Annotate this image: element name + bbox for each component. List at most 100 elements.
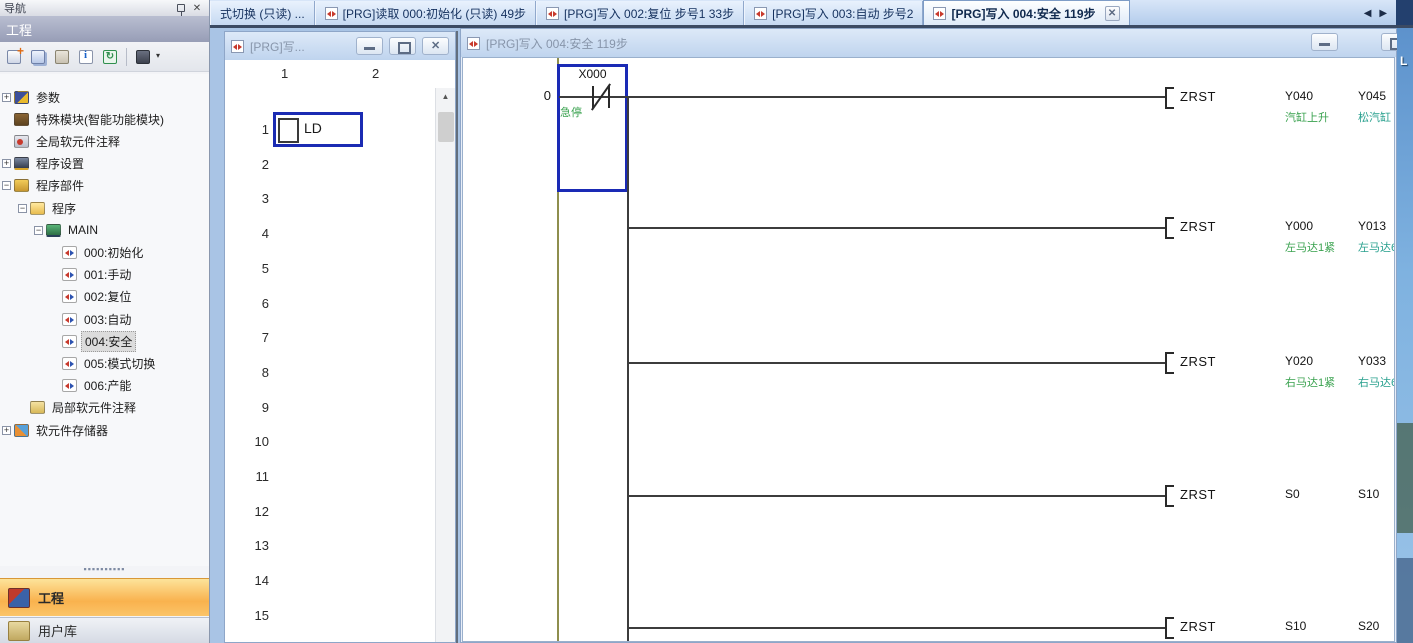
document-tab[interactable]: [PRG]读取 000:初始化 (只读) 49步 [315,1,536,25]
device2-comment: 松汽缸 [1358,109,1391,125]
list-row-number[interactable]: 15 [225,608,269,623]
ladder-window-titlebar[interactable]: [PRG]写入 004:安全 119步 [461,29,1396,57]
navigation-panel-header[interactable]: 导航 ✕ [0,0,209,16]
list-row-number[interactable]: 10 [225,434,269,449]
tree-item-003-[interactable]: 003:自动 [0,308,134,330]
tree-item-label: 程序设置 [33,154,87,173]
collapse-minus-icon[interactable]: − [18,204,27,213]
device2-label[interactable]: Y045 [1358,89,1386,103]
tab-scroll-left-icon[interactable]: ◀ [1364,8,1372,19]
tab-scroll-right-icon[interactable]: ▶ [1379,8,1387,19]
list-row-number[interactable]: 2 [225,157,269,172]
sort-filter-icon[interactable] [133,47,153,67]
tree-item-001-[interactable]: 001:手动 [0,264,134,286]
ladder-block-icon [62,313,77,326]
instruction-label[interactable]: ZRST [1180,619,1216,634]
tab-close-icon[interactable]: ✕ [1105,6,1120,21]
program-setting-icon [14,157,29,170]
user-library-button[interactable]: 用户库 [0,617,209,643]
tree-item-004-[interactable]: 004:安全 [0,330,136,352]
tree-item--[interactable]: 全局软元件注释 [0,130,123,152]
collapse-minus-icon[interactable]: − [2,181,11,190]
document-tab[interactable]: [PRG]写入 004:安全 119步 ✕ [923,0,1129,25]
list-row-number[interactable]: 6 [225,296,269,311]
list-row-number[interactable]: 14 [225,573,269,588]
device1-label[interactable]: Y000 [1285,219,1313,233]
tree-item-label: 参数 [33,88,63,107]
panel-splitter-handle[interactable]: ▪▪▪▪▪▪▪▪▪▪ [0,564,209,576]
instruction-label[interactable]: ZRST [1180,219,1216,234]
instruction-label[interactable]: ZRST [1180,354,1216,369]
tree-item-005-[interactable]: 005:模式切换 [0,352,158,374]
minimize-button[interactable] [1311,33,1338,51]
expand-plus-icon[interactable]: + [2,426,11,435]
properties-icon[interactable] [76,47,96,67]
expand-plus-icon[interactable]: + [2,93,11,102]
paste-icon[interactable] [52,47,72,67]
list-row-number[interactable]: 8 [225,365,269,380]
contact-device-label: X000 [557,67,628,81]
list-row-number[interactable]: 7 [225,330,269,345]
pin-icon[interactable] [173,2,189,14]
tree-item-main[interactable]: −MAIN [0,219,101,241]
scrollbar-thumb[interactable] [438,112,454,142]
restore-button[interactable] [389,37,416,55]
tree-item--[interactable]: + 程序设置 [0,153,87,175]
instruction-label[interactable]: ZRST [1180,89,1216,104]
selected-ladder-cell[interactable] [557,64,628,192]
device1-label[interactable]: S10 [1285,619,1306,633]
selected-cell[interactable]: LD [273,112,363,147]
expand-plus-icon[interactable]: + [2,159,11,168]
document-tab[interactable]: 式切换 (只读) ... [210,1,315,25]
user-library-label: 用户库 [38,621,77,640]
tree-item-label: 004:安全 [81,331,136,352]
list-row-number[interactable]: 12 [225,504,269,519]
tree-item--[interactable]: −程序部件 [0,175,87,197]
scroll-up-icon[interactable]: ▲ [436,88,455,106]
tree-item-label: 006:产能 [81,376,134,395]
list-row-number[interactable]: 3 [225,191,269,206]
instruction-bracket [1165,617,1174,639]
tree-item--[interactable]: + 参数 [0,86,63,108]
list-scrollbar[interactable]: ▲ [435,88,455,642]
instruction-list-grid[interactable]: 1 2 12345678910111213141516 LD ▲ [225,60,455,642]
device2-label[interactable]: Y033 [1358,354,1386,368]
refresh-icon[interactable]: ↻ [100,47,120,67]
document-tab[interactable]: [PRG]写入 002:复位 步号1 33步 [536,1,744,25]
tree-item-000-[interactable]: 000:初始化 [0,241,146,263]
tree-item--[interactable]: −程序 [0,197,79,219]
document-tab[interactable]: [PRG]写入 003:自动 步号2 [744,1,923,25]
list-row-number[interactable]: 5 [225,261,269,276]
list-row-number[interactable]: 4 [225,226,269,241]
close-button[interactable] [422,37,449,55]
list-row-number[interactable]: 9 [225,400,269,415]
project-view-button[interactable]: 工程 [0,578,209,616]
tab-label: [PRG]写入 004:安全 119步 [951,5,1095,22]
list-row-number[interactable]: 11 [225,469,269,484]
instruction-label[interactable]: ZRST [1180,487,1216,502]
minimize-button[interactable] [356,37,383,55]
device1-label[interactable]: Y020 [1285,354,1313,368]
ladder-canvas[interactable]: 0X000急停ZRSTY040Y045汽缸上升松汽缸ZRSTY000Y013左马… [462,57,1395,642]
device2-label[interactable]: S10 [1358,487,1379,501]
list-row-number[interactable]: 1 [225,122,269,137]
tree-item-002-[interactable]: 002:复位 [0,286,134,308]
edit-cell-box[interactable] [278,118,299,143]
device2-label[interactable]: S20 [1358,619,1379,633]
collapse-minus-icon[interactable]: − [34,226,43,235]
project-view-icon [8,588,30,608]
new-item-icon[interactable] [4,47,24,67]
device1-label[interactable]: Y040 [1285,89,1313,103]
copy-icon[interactable] [28,47,48,67]
tree-item--[interactable]: 局部软元件注释 [0,397,139,419]
contact-symbol[interactable] [608,86,610,108]
device1-label[interactable]: S0 [1285,487,1300,501]
list-row-number[interactable]: 13 [225,538,269,553]
restore-button[interactable] [1381,33,1396,51]
list-window-titlebar[interactable]: [PRG]写... [225,32,455,60]
tree-item-006-[interactable]: 006:产能 [0,375,134,397]
device2-label[interactable]: Y013 [1358,219,1386,233]
tree-item--[interactable]: +软元件存储器 [0,419,111,441]
close-panel-icon[interactable]: ✕ [189,2,205,14]
tree-item--[interactable]: 特殊模块(智能功能模块) [0,108,167,130]
